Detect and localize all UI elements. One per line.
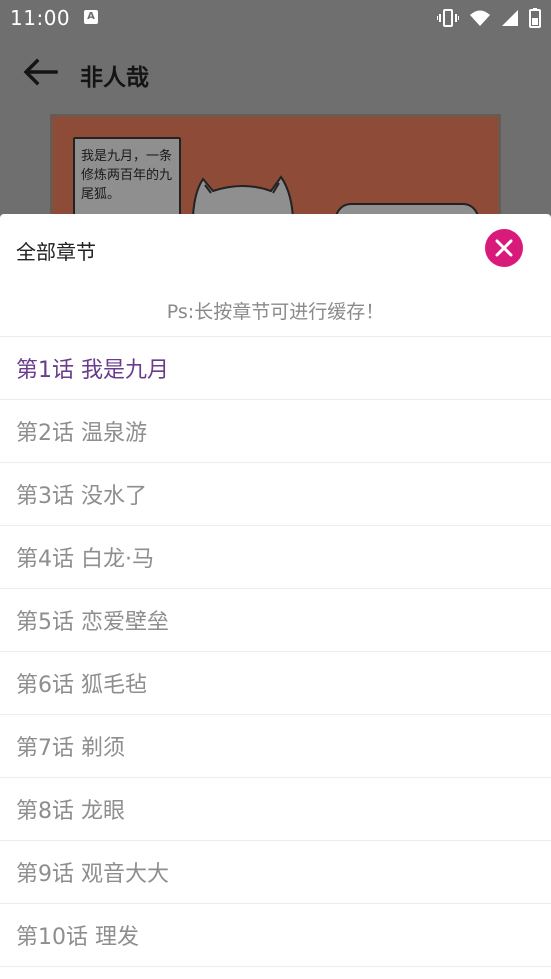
chapter-label: 第1话 我是九月 xyxy=(16,358,169,383)
chapter-label: 第10话 理发 xyxy=(16,925,139,950)
chapter-item[interactable]: 第10话 理发 xyxy=(0,904,551,967)
chapter-sheet: 全部章节 Ps:长按章节可进行缓存！ 第1话 我是九月 第2话 温泉游 第3话 没水… xyxy=(0,214,551,979)
close-icon xyxy=(495,239,513,257)
chapter-label: 第9话 观音大大 xyxy=(16,862,169,887)
chapter-label: 第2话 温泉游 xyxy=(16,421,147,446)
chapter-label: 第6话 狐毛毡 xyxy=(16,673,147,698)
battery-icon xyxy=(529,8,541,28)
arrow-left-icon[interactable] xyxy=(22,58,58,86)
wifi-icon xyxy=(470,10,490,26)
chapter-item[interactable]: 第8话 龙眼 xyxy=(0,778,551,841)
cache-hint-text: Ps:长按章节可进行缓存！ xyxy=(166,300,385,323)
vibrate-icon xyxy=(437,9,459,27)
chapter-item[interactable]: 第1话 我是九月 xyxy=(0,337,551,400)
sheet-title: 全部章节 xyxy=(16,240,96,264)
speech-bubble: 我是九月，一条修炼两百年的九尾狐。 xyxy=(73,137,181,217)
chapter-item[interactable]: 第4话 白龙·马 xyxy=(0,526,551,589)
chapter-label: 第8话 龙眼 xyxy=(16,799,125,824)
signal-icon xyxy=(502,10,518,26)
status-icons xyxy=(437,8,541,28)
status-bar: 11:00 A xyxy=(0,0,551,36)
status-time: 11:00 xyxy=(10,6,71,30)
chapter-item[interactable]: 第3话 没水了 xyxy=(0,463,551,526)
chapter-label: 第3话 没水了 xyxy=(16,484,147,509)
sheet-header: 全部章节 xyxy=(0,214,551,284)
comic-preview: 我是九月，一条修炼两百年的九尾狐。 现在正致力于适应 xyxy=(50,114,501,224)
chapter-label: 第4话 白龙·马 xyxy=(16,547,154,572)
speech-text: 我是九月，一条修炼两百年的九尾狐。 xyxy=(81,149,173,202)
chapter-item[interactable]: 第5话 恋爱壁垒 xyxy=(0,589,551,652)
chapter-item[interactable]: 第2话 温泉游 xyxy=(0,400,551,463)
comic-panel: 我是九月，一条修炼两百年的九尾狐。 现在正致力于适应 xyxy=(53,117,498,224)
chapter-label: 第5话 恋爱壁垒 xyxy=(16,610,169,635)
chapter-item[interactable]: 第6话 狐毛毡 xyxy=(0,652,551,715)
close-button[interactable] xyxy=(485,229,523,267)
chapter-item[interactable]: 第9话 观音大大 xyxy=(0,841,551,904)
app-bar: 非人哉 xyxy=(0,36,551,110)
chapter-list: 第1话 我是九月 第2话 温泉游 第3话 没水了 第4话 白龙·马 第5话 恋爱壁垒 第6… xyxy=(0,337,551,967)
chapter-label: 第7话 剃须 xyxy=(16,736,125,761)
notification-icon: A xyxy=(84,10,98,24)
page-title: 非人哉 xyxy=(80,65,149,91)
chapter-item[interactable]: 第7话 剃须 xyxy=(0,715,551,778)
cache-hint: Ps:长按章节可进行缓存！ xyxy=(0,284,551,337)
